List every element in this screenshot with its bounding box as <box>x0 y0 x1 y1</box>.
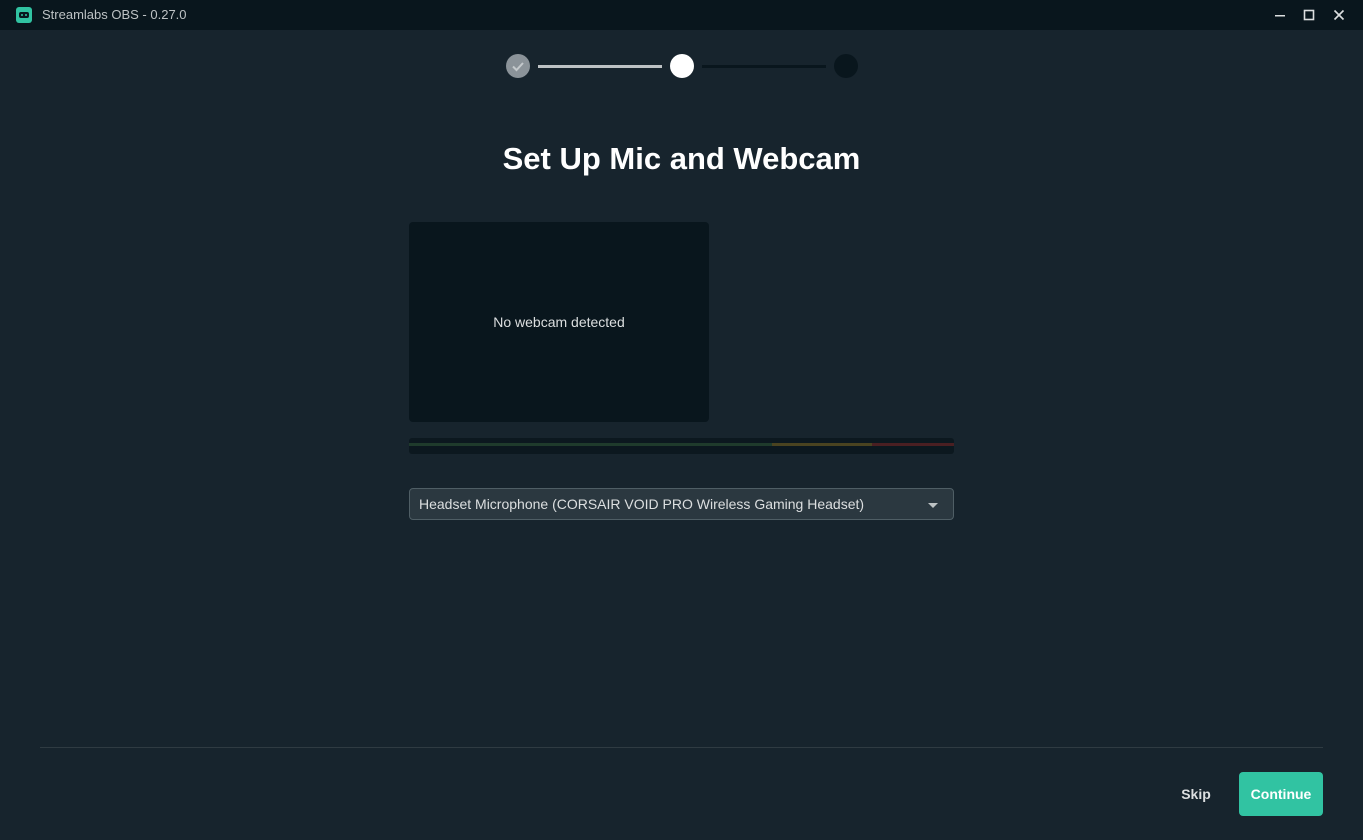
meter-red-zone <box>872 443 954 446</box>
step-3-upcoming <box>834 54 858 78</box>
meter-green-zone <box>409 443 772 446</box>
window-title: Streamlabs OBS - 0.27.0 <box>42 7 187 22</box>
minimize-button[interactable] <box>1270 5 1290 25</box>
webcam-preview: No webcam detected <box>409 222 709 422</box>
streamlabs-logo-icon <box>16 7 32 23</box>
step-connector-2 <box>702 65 826 68</box>
webcam-status-message: No webcam detected <box>493 314 625 330</box>
step-connector-1 <box>538 65 662 68</box>
chevron-down-icon <box>928 503 938 508</box>
checkmark-icon <box>512 62 524 72</box>
continue-button[interactable]: Continue <box>1239 772 1323 816</box>
onboarding-stepper <box>0 52 1363 80</box>
microphone-select[interactable]: Headset Microphone (CORSAIR VOID PRO Wir… <box>409 488 954 520</box>
title-bar: Streamlabs OBS - 0.27.0 <box>0 0 1363 30</box>
maximize-icon <box>1303 9 1315 21</box>
page-title: Set Up Mic and Webcam <box>502 141 861 176</box>
close-button[interactable] <box>1329 5 1349 25</box>
step-1-completed <box>506 54 530 78</box>
skip-button[interactable]: Skip <box>1170 778 1222 810</box>
footer-divider <box>40 747 1323 748</box>
microphone-select-value: Headset Microphone (CORSAIR VOID PRO Wir… <box>419 496 865 512</box>
maximize-button[interactable] <box>1299 5 1319 25</box>
mic-volume-meter <box>409 438 954 454</box>
step-2-current <box>670 54 694 78</box>
minimize-icon <box>1275 15 1285 17</box>
meter-yellow-zone <box>772 443 872 446</box>
close-icon <box>1333 9 1345 21</box>
